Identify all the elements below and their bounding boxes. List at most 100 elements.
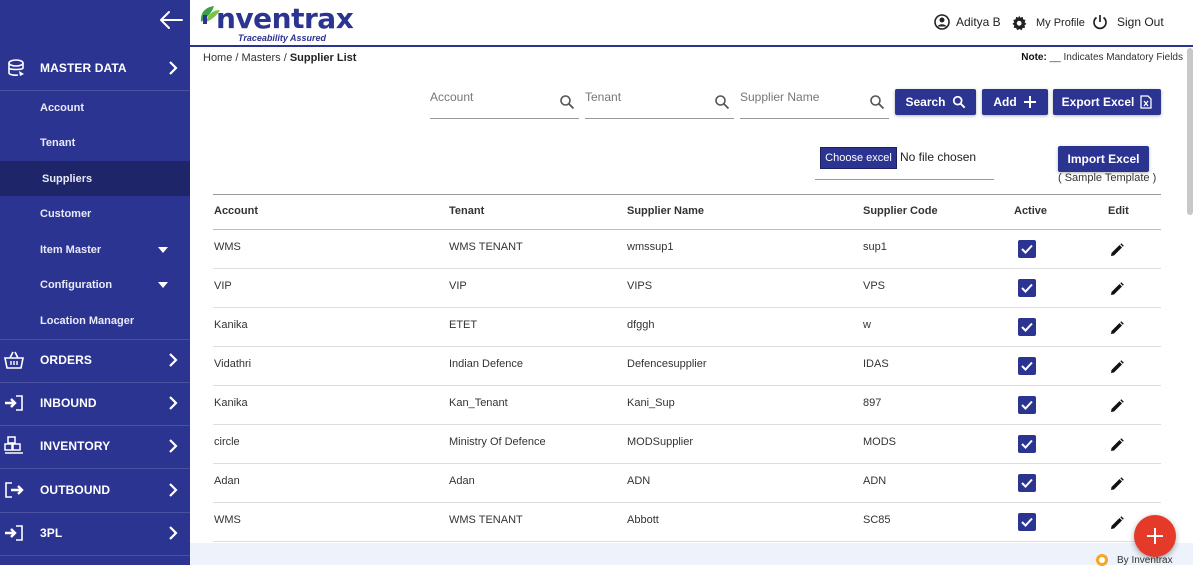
column-header-tenant: Tenant [449, 205, 485, 217]
sidebar-section-master-data[interactable]: MASTER DATA [0, 48, 190, 88]
sidebar-item-account[interactable]: Account [0, 90, 190, 125]
sidebar-item-suppliers[interactable]: Suppliers [0, 161, 190, 196]
choose-excel-button[interactable]: Choose excel [820, 147, 897, 169]
cell-supplier-name: MODSupplier [627, 436, 694, 448]
logo[interactable]: nventrax Traceability Assured [196, 2, 354, 44]
column-header-supplier-code: Supplier Code [863, 205, 938, 217]
sidebar-item-label: Configuration [40, 278, 113, 291]
cell-account: Kanika [214, 397, 248, 409]
sidebar: MASTER DATA Account Tenant Suppliers Cus… [0, 0, 190, 565]
sidebar-divider [0, 555, 190, 556]
caret-down-icon [158, 282, 168, 288]
edit-pencil-icon[interactable] [1110, 516, 1124, 530]
cell-tenant: VIP [449, 280, 467, 292]
column-header-supplier-name: Supplier Name [627, 205, 705, 217]
cell-supplier-code: MODS [863, 436, 896, 448]
cell-supplier-name: wmssup1 [627, 241, 674, 253]
cell-supplier-code: SC85 [863, 514, 891, 526]
search-icon [952, 95, 965, 109]
caret-down-icon [158, 247, 168, 253]
edit-pencil-icon[interactable] [1110, 243, 1124, 257]
add-button[interactable]: Add [982, 89, 1048, 115]
check-icon [1021, 400, 1033, 410]
excel-file-input[interactable]: Choose excel No file chosen [815, 147, 994, 180]
sidebar-section-inbound[interactable]: INBOUND [0, 383, 190, 423]
floating-add-button[interactable] [1134, 515, 1176, 557]
account-input[interactable] [430, 90, 550, 104]
sidebar-section-label: MASTER DATA [40, 61, 127, 75]
cell-supplier-code: 897 [863, 397, 882, 409]
supplier-name-input[interactable] [740, 90, 860, 104]
cell-account: Vidathri [214, 358, 252, 370]
export-excel-button[interactable]: Export Excel [1053, 89, 1161, 115]
column-header-edit: Edit [1108, 205, 1129, 217]
sign-out-link[interactable]: Sign Out [1092, 14, 1164, 30]
sample-template-link[interactable]: ( Sample Template ) [1058, 172, 1156, 184]
cell-supplier-code: ADN [863, 475, 887, 487]
edit-pencil-icon[interactable] [1110, 438, 1124, 452]
edit-pencil-icon[interactable] [1110, 399, 1124, 413]
active-checkbox[interactable] [1018, 240, 1036, 258]
active-checkbox[interactable] [1018, 279, 1036, 297]
breadcrumb-home[interactable]: Home [203, 52, 232, 64]
cell-supplier-name: Defencesupplier [627, 358, 707, 370]
breadcrumb-separator: / [280, 52, 290, 64]
table-body: WMS WMS TENANT wmssup1 sup1 VIP VIP VIPS VPS Kan… [213, 230, 1161, 542]
breadcrumb-masters[interactable]: Masters [242, 52, 281, 64]
sidebar-section-inventory[interactable]: INVENTORY [0, 426, 190, 466]
sign-out-icon [5, 482, 24, 498]
edit-pencil-icon[interactable] [1110, 477, 1124, 491]
tenant-filter[interactable] [585, 86, 734, 119]
arrow-left-icon[interactable] [158, 9, 184, 31]
cell-account: Kanika [214, 319, 248, 331]
sidebar-section-label: ORDERS [40, 353, 92, 367]
sidebar-item-item-master[interactable]: Item Master [0, 232, 190, 267]
check-icon [1021, 244, 1033, 254]
scrollbar[interactable] [1187, 48, 1193, 215]
chevron-right-icon [169, 353, 178, 367]
active-checkbox[interactable] [1018, 396, 1036, 414]
edit-pencil-icon[interactable] [1110, 360, 1124, 374]
search-button[interactable]: Search [895, 89, 976, 115]
column-header-account: Account [214, 205, 258, 217]
active-checkbox[interactable] [1018, 474, 1036, 492]
sidebar-section-3pl[interactable]: 3PL [0, 513, 190, 553]
active-checkbox[interactable] [1018, 435, 1036, 453]
supplier-name-filter[interactable] [740, 86, 889, 119]
active-checkbox[interactable] [1018, 513, 1036, 531]
sidebar-item-configuration[interactable]: Configuration [0, 267, 190, 302]
table-row: Kanika Kan_Tenant Kani_Sup 897 [213, 386, 1161, 425]
sidebar-section-label: OUTBOUND [40, 483, 111, 497]
sign-in-icon [5, 525, 23, 541]
add-button-label: Add [993, 95, 1017, 109]
chevron-right-icon [169, 526, 178, 540]
active-checkbox[interactable] [1018, 357, 1036, 375]
check-icon [1021, 283, 1033, 293]
cell-account: WMS [214, 241, 241, 253]
sidebar-section-outbound[interactable]: OUTBOUND [0, 470, 190, 510]
active-checkbox[interactable] [1018, 318, 1036, 336]
cell-supplier-code: sup1 [863, 241, 887, 253]
account-filter[interactable] [430, 86, 579, 119]
edit-pencil-icon[interactable] [1110, 321, 1124, 335]
no-file-chosen-text: No file chosen [900, 150, 977, 164]
sidebar-section-orders[interactable]: ORDERS [0, 340, 190, 380]
sidebar-item-location-manager[interactable]: Location Manager [0, 303, 190, 338]
tenant-input[interactable] [585, 90, 705, 104]
my-profile-link[interactable]: My Profile [1011, 15, 1085, 31]
cell-supplier-name: dfggh [627, 319, 655, 331]
import-excel-button[interactable]: Import Excel [1058, 146, 1149, 172]
sidebar-item-tenant[interactable]: Tenant [0, 125, 190, 160]
plus-icon [1147, 528, 1163, 544]
sidebar-item-customer[interactable]: Customer [0, 196, 190, 231]
user-menu[interactable]: Aditya B [934, 14, 1001, 30]
inventory-icon [4, 436, 23, 454]
cell-supplier-name: ADN [627, 475, 651, 487]
my-profile-label: My Profile [1036, 17, 1085, 29]
edit-pencil-icon[interactable] [1110, 282, 1124, 296]
export-excel-label: Export Excel [1061, 95, 1135, 109]
sidebar-item-label: Customer [40, 207, 92, 220]
cell-supplier-name: Abbott [627, 514, 659, 526]
user-circle-icon [934, 14, 950, 30]
breadcrumb-separator: / [232, 52, 242, 64]
